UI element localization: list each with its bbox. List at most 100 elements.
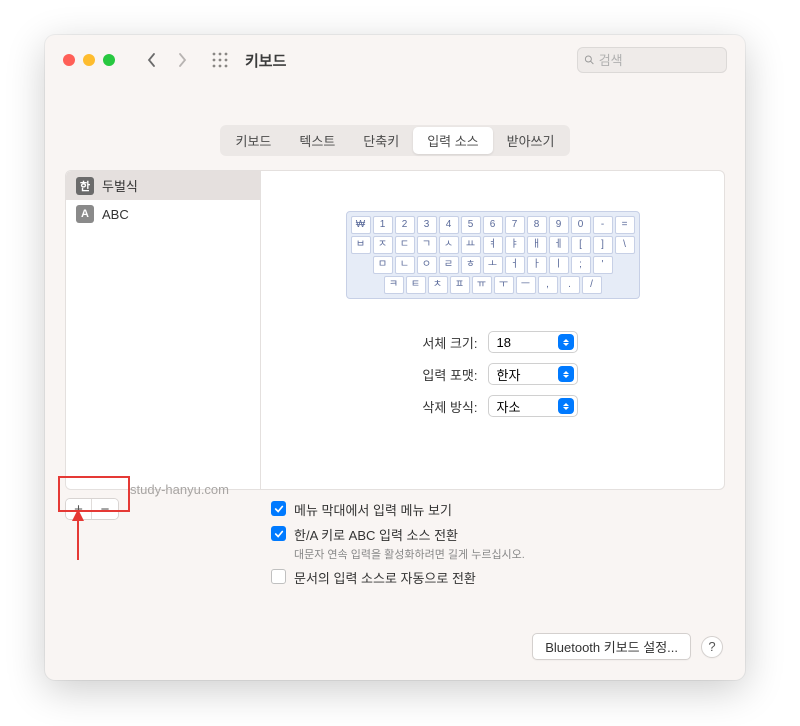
keyboard-key: 9 — [549, 216, 569, 234]
keyboard-key: ㅏ — [527, 256, 547, 274]
keyboard-key: [ — [571, 236, 591, 254]
source-label: ABC — [102, 207, 129, 222]
keyboard-key: ㅓ — [505, 256, 525, 274]
checkbox-subtext: 대문자 연속 입력을 활성화하려면 길게 누르십시오. — [294, 546, 525, 562]
keyboard-key: ㅜ — [494, 276, 514, 294]
select-value: 자소 — [497, 397, 521, 416]
select-value: 18 — [497, 335, 511, 350]
add-remove-buttons: + − — [65, 498, 119, 520]
keyboard-key: \ — [615, 236, 635, 254]
keyboard-key: ㄴ — [395, 256, 415, 274]
keyboard-key: 4 — [439, 216, 459, 234]
keyboard-key: ㅕ — [483, 236, 503, 254]
checkbox[interactable] — [271, 501, 286, 516]
tab-text[interactable]: 텍스트 — [285, 127, 349, 154]
tab-keyboard[interactable]: 키보드 — [222, 127, 286, 154]
select-value: 한자 — [497, 365, 521, 384]
keyboard-key: 2 — [395, 216, 415, 234]
tab-input-sources[interactable]: 입력 소스 — [413, 127, 492, 154]
select-caret-icon — [558, 398, 574, 414]
keyboard-key: ㅋ — [384, 276, 404, 294]
keyboard-key: - — [593, 216, 613, 234]
keyboard-key: 6 — [483, 216, 503, 234]
source-item-2set[interactable]: 한 두벌식 — [66, 171, 260, 200]
select-caret-icon — [558, 366, 574, 382]
keyboard-key: ㅑ — [505, 236, 525, 254]
keyboard-key: ㅣ — [549, 256, 569, 274]
option-label: 삭제 방식: — [408, 397, 478, 416]
keyboard-key: ㅊ — [428, 276, 448, 294]
checkbox-label: 메뉴 막대에서 입력 메뉴 보기 — [294, 500, 452, 519]
keyboard-key: 7 — [505, 216, 525, 234]
keyboard-key: = — [615, 216, 635, 234]
content-panel: 한 두벌식 A ABC ₩1234567890-=ㅂㅈㄷㄱㅅㅛㅕㅑㅐㅔ[]\ㅁㄴ… — [65, 170, 725, 490]
minimize-button[interactable] — [83, 54, 95, 66]
keyboard-key: ㅡ — [516, 276, 536, 294]
check-row: 메뉴 막대에서 입력 메뉴 보기 — [271, 500, 725, 519]
keyboard-key: 8 — [527, 216, 547, 234]
option-label: 서체 크기: — [408, 333, 478, 352]
option-delete-mode: 삭제 방식: 자소 — [408, 395, 578, 417]
keyboard-key: ㅐ — [527, 236, 547, 254]
help-button[interactable]: ? — [701, 636, 723, 658]
close-button[interactable] — [63, 54, 75, 66]
keyboard-key: ㅌ — [406, 276, 426, 294]
check-row: 문서의 입력 소스로 자동으로 전환 — [271, 568, 725, 587]
remove-source-button[interactable]: − — [92, 499, 118, 519]
keyboard-key: ㅠ — [472, 276, 492, 294]
keyboard-key: ] — [593, 236, 613, 254]
input-source-list: 한 두벌식 A ABC — [66, 171, 261, 489]
delete-mode-select[interactable]: 자소 — [488, 395, 578, 417]
option-font-size: 서체 크기: 18 — [408, 331, 578, 353]
back-button[interactable] — [141, 46, 163, 74]
checkbox-label: 문서의 입력 소스로 자동으로 전환 — [294, 568, 476, 587]
keyboard-key: ㅅ — [439, 236, 459, 254]
search-icon — [584, 54, 595, 66]
add-source-button[interactable]: + — [66, 499, 92, 519]
keyboard-key: 5 — [461, 216, 481, 234]
font-size-select[interactable]: 18 — [488, 331, 578, 353]
source-preview: ₩1234567890-=ㅂㅈㄷㄱㅅㅛㅕㅑㅐㅔ[]\ㅁㄴㅇㄹㅎㅗㅓㅏㅣ;'ㅋㅌㅊ… — [261, 171, 724, 489]
keyboard-key: ㄷ — [395, 236, 415, 254]
source-label: 두벌식 — [102, 176, 138, 195]
below-panel: + − 메뉴 막대에서 입력 메뉴 보기한/A 키로 ABC 입력 소스 전환대… — [65, 498, 725, 587]
keyboard-key: / — [582, 276, 602, 294]
keyboard-key: ' — [593, 256, 613, 274]
checkbox[interactable] — [271, 526, 286, 541]
footer: Bluetooth 키보드 설정... ? — [532, 633, 723, 660]
zoom-button[interactable] — [103, 54, 115, 66]
keyboard-key: ㄹ — [439, 256, 459, 274]
keyboard-key: ㅈ — [373, 236, 393, 254]
traffic-lights — [63, 54, 115, 66]
tab-dictation[interactable]: 받아쓰기 — [493, 127, 569, 154]
keyboard-key: ㅂ — [351, 236, 371, 254]
checkbox-group: 메뉴 막대에서 입력 메뉴 보기한/A 키로 ABC 입력 소스 전환대문자 연… — [271, 498, 725, 587]
search-input[interactable] — [599, 53, 720, 68]
option-input-format: 입력 포맷: 한자 — [408, 363, 578, 385]
keyboard-key: ㄱ — [417, 236, 437, 254]
tab-shortcuts[interactable]: 단축키 — [349, 127, 413, 154]
keyboard-preview: ₩1234567890-=ㅂㅈㄷㄱㅅㅛㅕㅑㅐㅔ[]\ㅁㄴㅇㄹㅎㅗㅓㅏㅣ;'ㅋㅌㅊ… — [346, 211, 640, 299]
keyboard-key: 0 — [571, 216, 591, 234]
source-item-abc[interactable]: A ABC — [66, 200, 260, 228]
source-icon-kr: 한 — [76, 177, 94, 195]
checkbox[interactable] — [271, 569, 286, 584]
titlebar: 키보드 — [45, 35, 745, 85]
select-caret-icon — [558, 334, 574, 350]
source-options: 서체 크기: 18 입력 포맷: 한자 삭제 방식: — [408, 331, 578, 417]
checkbox-label: 한/A 키로 ABC 입력 소스 전환 — [294, 525, 525, 544]
keyboard-key: ㅎ — [461, 256, 481, 274]
grid-icon[interactable] — [211, 51, 229, 69]
keyboard-key: 1 — [373, 216, 393, 234]
tab-bar: 키보드 텍스트 단축키 입력 소스 받아쓰기 — [220, 125, 571, 156]
option-label: 입력 포맷: — [408, 365, 478, 384]
settings-window: 키보드 키보드 텍스트 단축키 입력 소스 받아쓰기 한 두벌식 A ABC ₩… — [45, 35, 745, 680]
forward-button[interactable] — [171, 46, 193, 74]
keyboard-key: ㅗ — [483, 256, 503, 274]
bluetooth-settings-button[interactable]: Bluetooth 키보드 설정... — [532, 633, 691, 660]
keyboard-key: ₩ — [351, 216, 371, 234]
keyboard-key: ; — [571, 256, 591, 274]
input-format-select[interactable]: 한자 — [488, 363, 578, 385]
check-row: 한/A 키로 ABC 입력 소스 전환대문자 연속 입력을 활성화하려면 길게 … — [271, 525, 725, 562]
search-field[interactable] — [577, 47, 727, 73]
